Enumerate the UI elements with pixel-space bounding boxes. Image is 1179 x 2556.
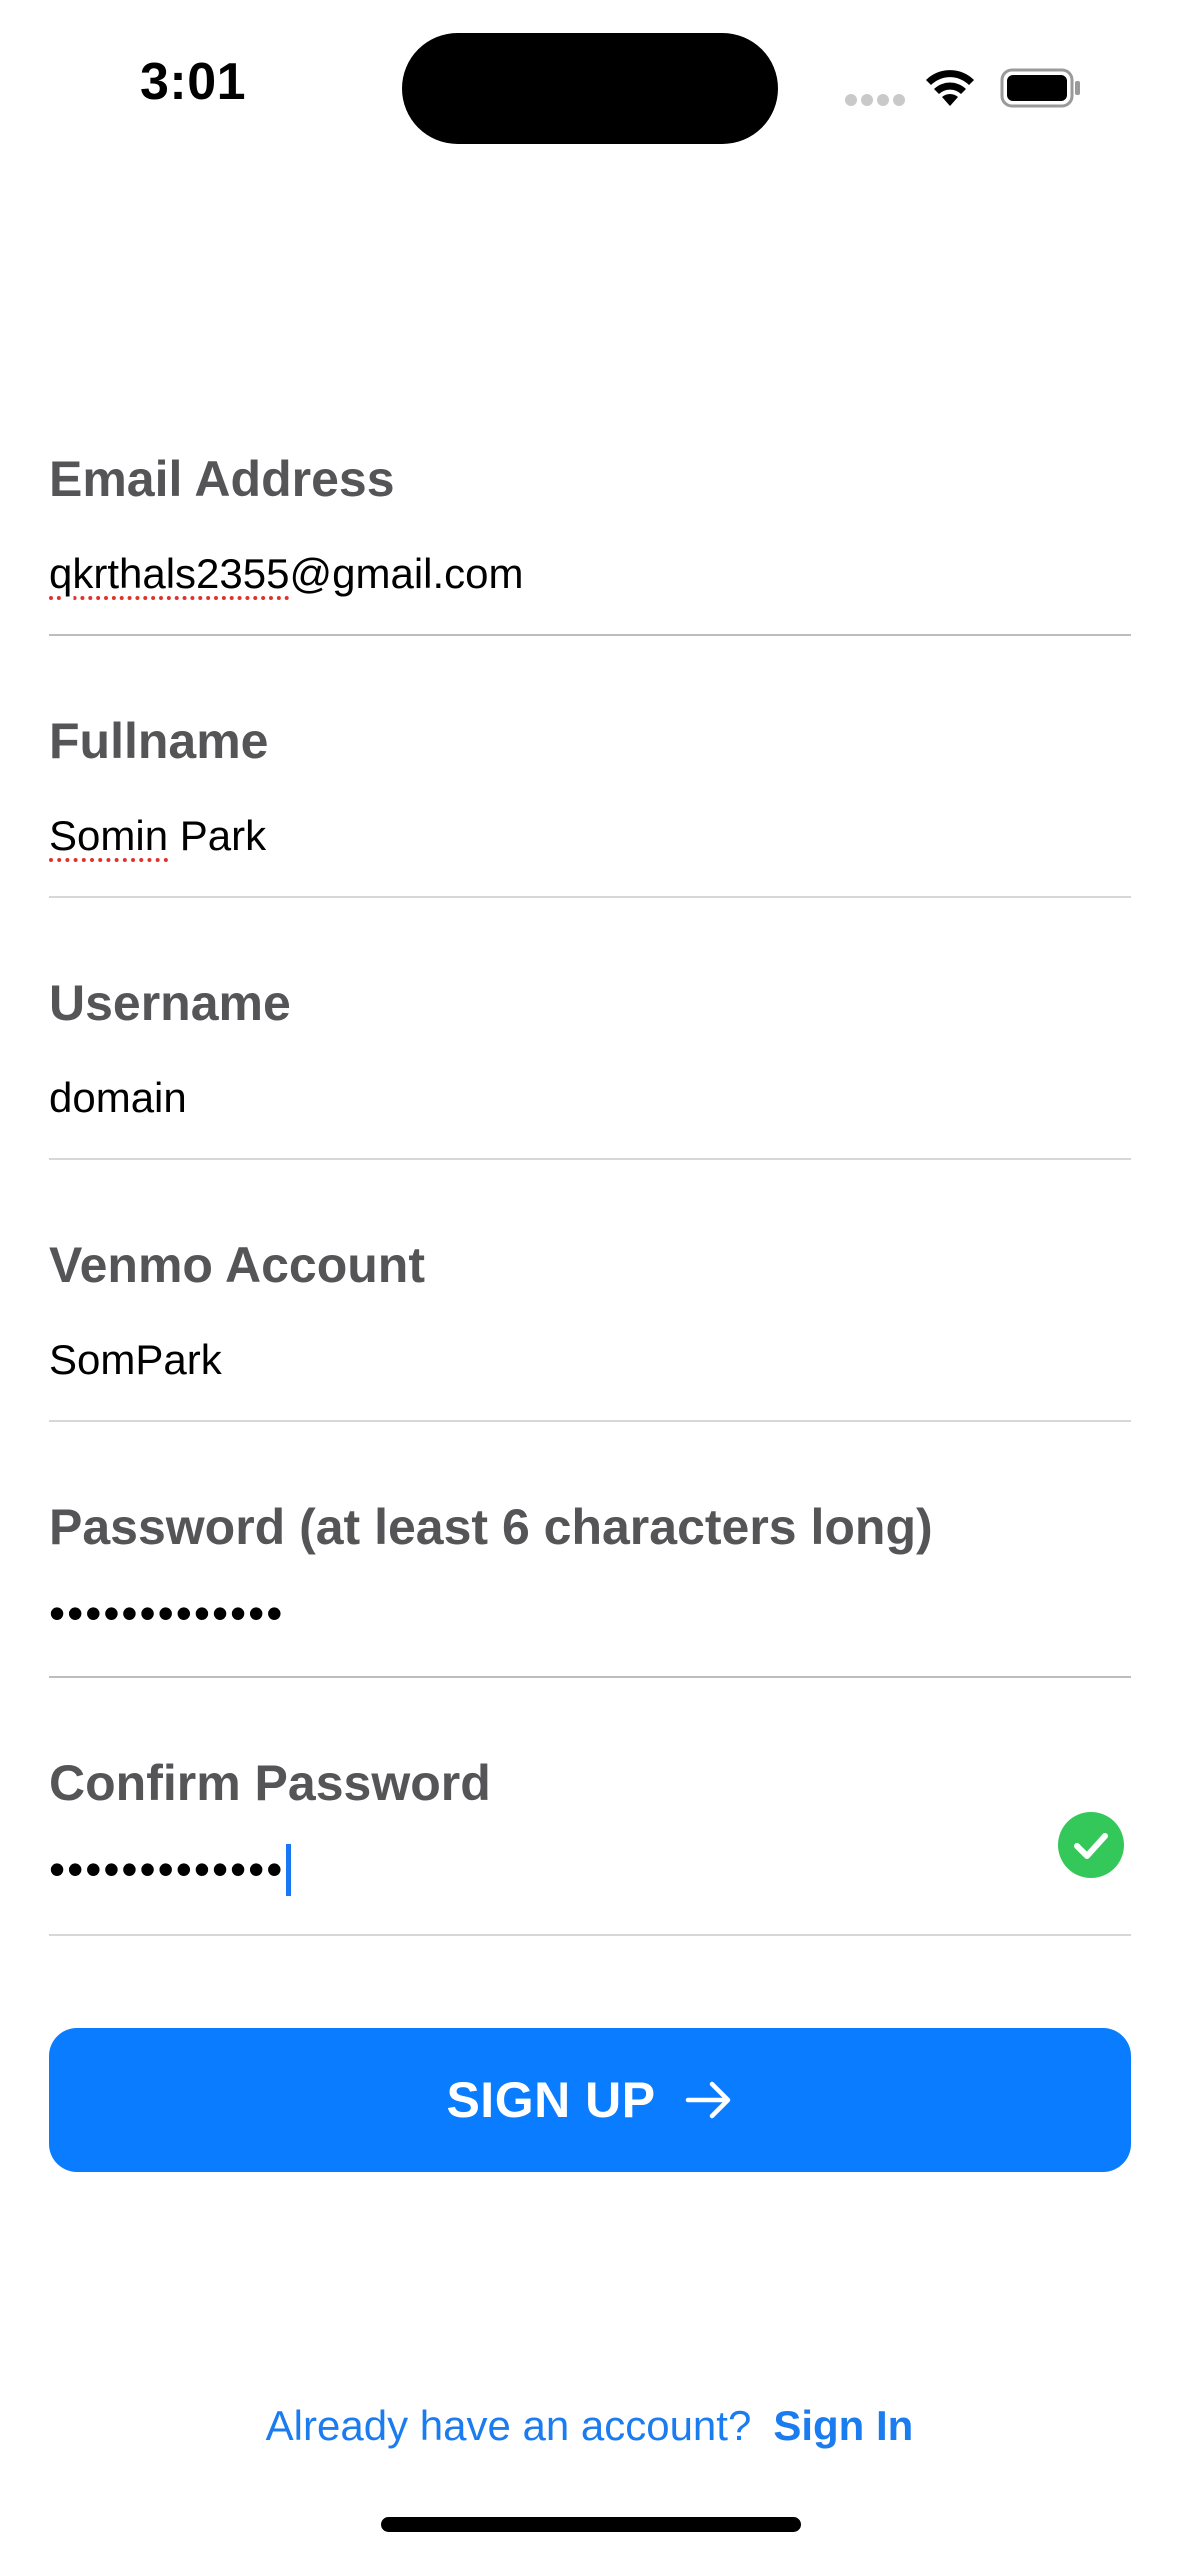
sign-in-link[interactable]: Sign In bbox=[773, 2402, 913, 2449]
confirm-password-input[interactable]: ••••••••••••• bbox=[49, 1842, 292, 1900]
fullname-value-rest: Park bbox=[168, 812, 267, 859]
fullname-label: Fullname bbox=[49, 713, 269, 769]
username-input[interactable]: domain bbox=[49, 1074, 187, 1122]
fullname-value-misspelled: Somin bbox=[49, 812, 169, 859]
confirm-password-value: ••••••••••••• bbox=[49, 1843, 285, 1895]
dynamic-island bbox=[402, 33, 778, 144]
email-divider bbox=[49, 634, 1131, 636]
confirm-password-divider bbox=[49, 1934, 1131, 1936]
email-input[interactable]: qkrthals2355@gmail.com bbox=[49, 550, 524, 598]
already-have-account-text: Already have an account? bbox=[265, 2402, 752, 2449]
sign-in-prompt: Already have an account? Sign In bbox=[0, 2402, 1179, 2450]
status-time: 3:01 bbox=[140, 53, 247, 111]
cellular-signal-icon bbox=[845, 94, 905, 106]
text-cursor bbox=[286, 1843, 292, 1896]
venmo-account-divider bbox=[49, 1420, 1131, 1422]
fullname-input[interactable]: Somin Park bbox=[49, 812, 266, 860]
username-divider bbox=[49, 1158, 1131, 1160]
venmo-account-input[interactable]: SomPark bbox=[49, 1336, 222, 1384]
checkmark-circle-icon bbox=[1058, 1812, 1124, 1878]
confirm-password-label: Confirm Password bbox=[49, 1755, 491, 1811]
email-label: Email Address bbox=[49, 451, 395, 507]
wifi-icon bbox=[926, 70, 974, 106]
venmo-account-label: Venmo Account bbox=[49, 1237, 425, 1293]
email-value-rest: @gmail.com bbox=[289, 550, 524, 597]
home-indicator[interactable] bbox=[381, 2517, 801, 2532]
battery-icon bbox=[1000, 68, 1080, 108]
sign-up-label: SIGN UP bbox=[446, 2072, 656, 2128]
password-input[interactable]: ••••••••••••• bbox=[49, 1586, 284, 1640]
email-value-misspelled: qkrthals2355 bbox=[49, 550, 290, 597]
password-label: Password (at least 6 characters long) bbox=[49, 1499, 933, 1555]
signup-screen: 3:01 Email Address qkrthals2355@gmail.co… bbox=[0, 0, 1179, 2556]
sign-up-button[interactable]: SIGN UP bbox=[49, 2028, 1131, 2172]
password-divider bbox=[49, 1676, 1131, 1678]
arrow-right-icon bbox=[685, 2081, 730, 2119]
fullname-divider bbox=[49, 896, 1131, 898]
username-label: Username bbox=[49, 975, 291, 1031]
